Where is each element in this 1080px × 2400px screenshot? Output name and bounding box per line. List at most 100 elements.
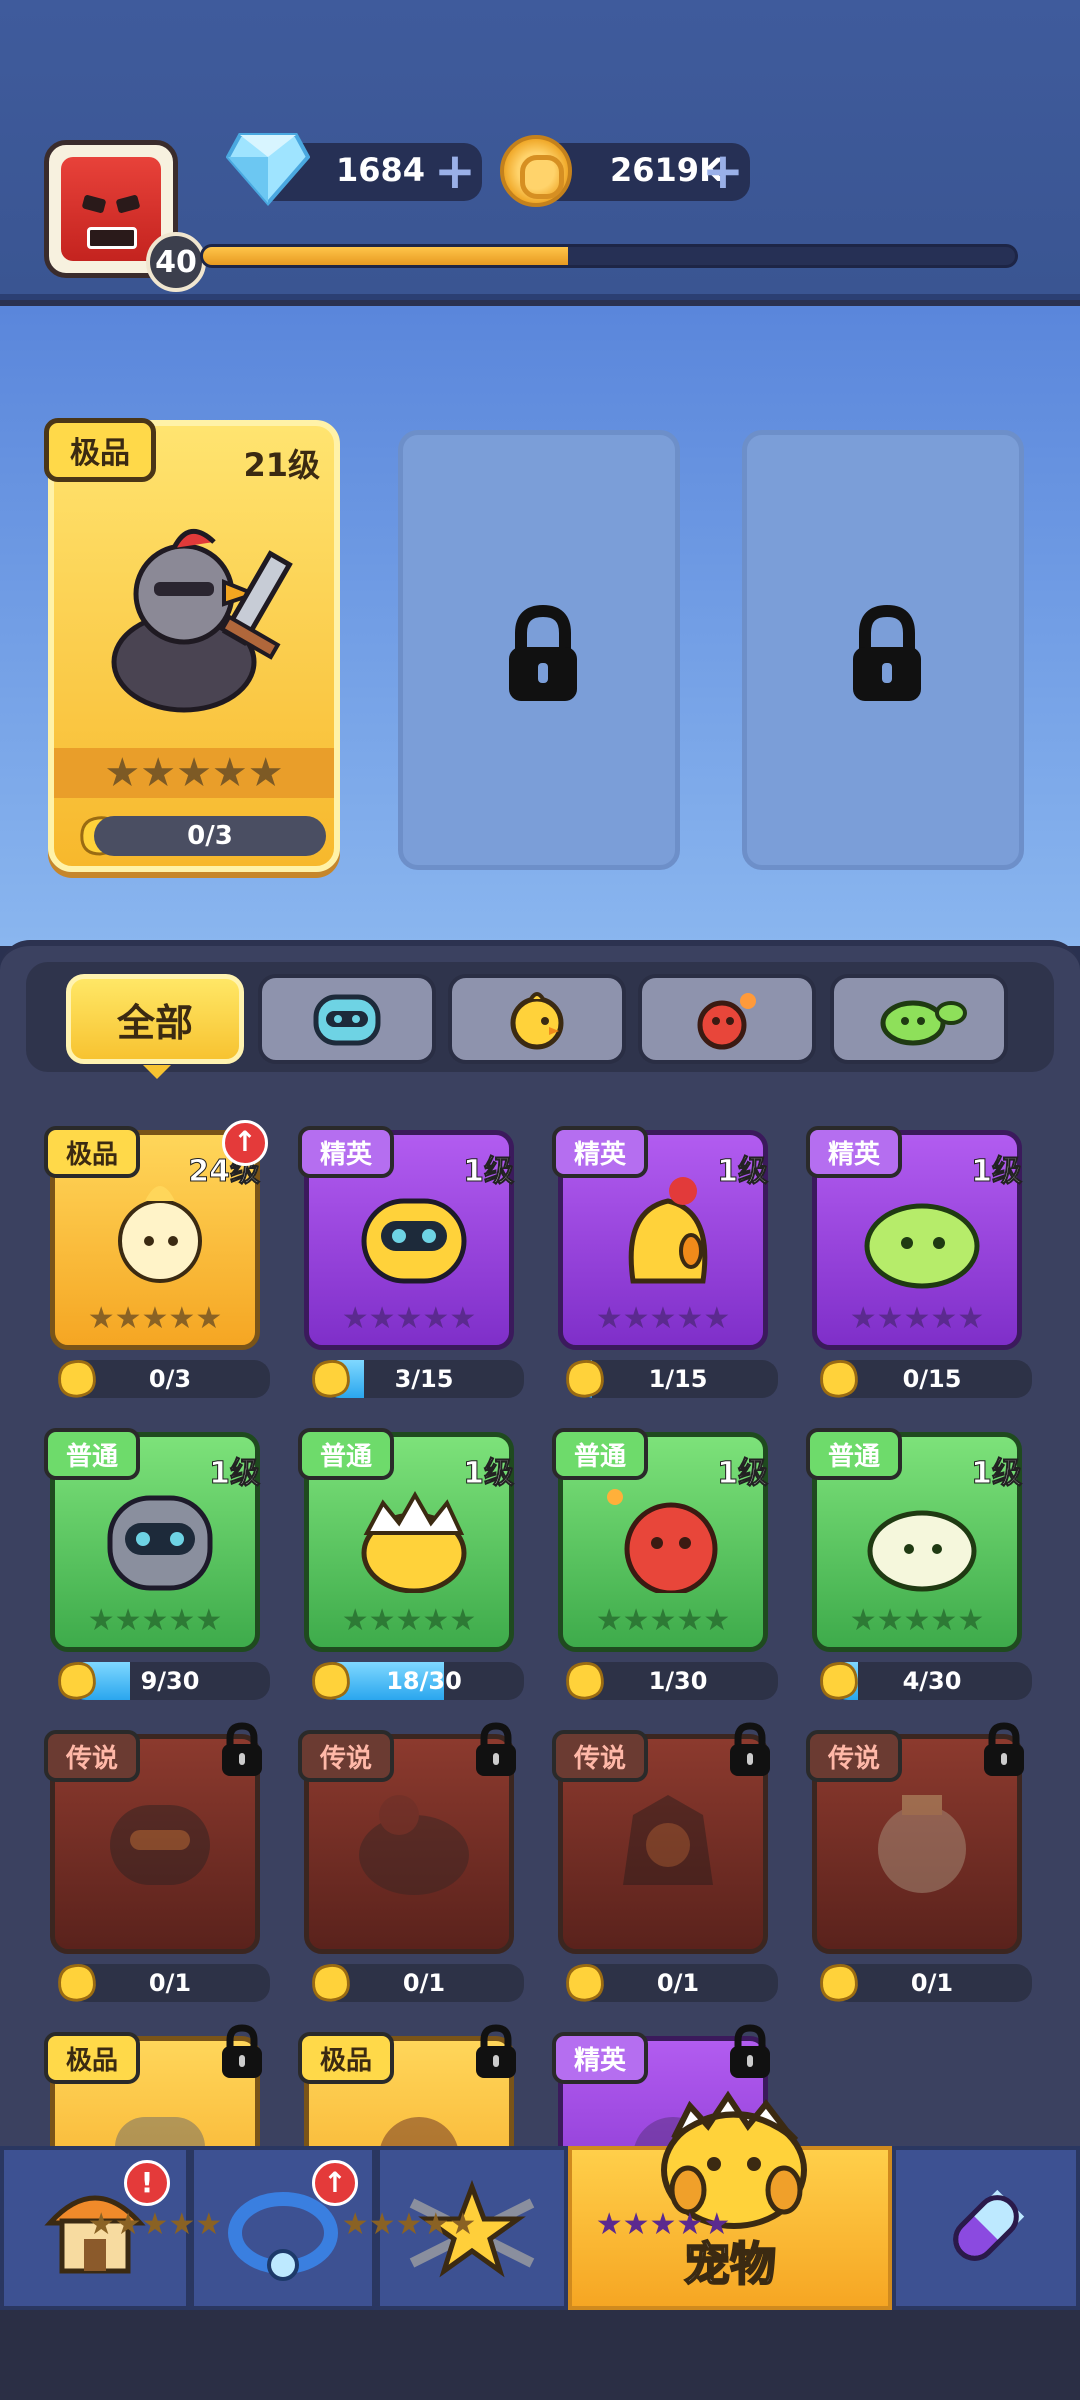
- flame-pet-icon: [697, 993, 756, 1050]
- pet-art-icon: [878, 1795, 966, 1893]
- rarity-tag: 极品: [298, 2032, 394, 2084]
- rarity-tag: 普通: [298, 1428, 394, 1480]
- pet-art-icon: [359, 1795, 469, 1895]
- robot-pet-icon: [313, 994, 381, 1046]
- pet-stars: ★★★★★: [849, 1602, 985, 1638]
- pet-card[interactable]: 普通 1级 ★★★★★ 4/30: [802, 1412, 1032, 1702]
- pet-art-icon: [623, 1795, 713, 1885]
- xp-bar: [200, 244, 1018, 268]
- upgrade-arrow-icon: ↑: [222, 1120, 268, 1166]
- pet-stars: ★★★★★: [595, 1602, 731, 1638]
- pet-stars: ★★★★★: [595, 2206, 731, 2242]
- pet-card[interactable]: 极品 24级 ★★★★★ 0/3 ↑: [40, 1110, 270, 1400]
- filter-tabs: 全部: [26, 962, 1054, 1079]
- lock-icon: [476, 1722, 516, 1776]
- pet-level: 1级: [717, 1456, 769, 1492]
- tab-flame[interactable]: [638, 974, 816, 1064]
- rarity-tag: 传说: [806, 1730, 902, 1782]
- chick-pet-icon: [510, 992, 564, 1050]
- chick-token-icon: [820, 1662, 858, 1700]
- pet-card[interactable]: 传说 0/1: [40, 1714, 270, 2004]
- pet-card[interactable]: 普通 1级 ★★★★★ 1/30: [548, 1412, 778, 1702]
- fragment-progress: 1/15: [578, 1360, 778, 1398]
- chick-token-icon: [820, 1964, 858, 2002]
- pet-stars: ★★★★★: [341, 2206, 477, 2242]
- lock-icon: [509, 605, 577, 701]
- pet-stars: ★★★★★: [87, 1300, 223, 1336]
- gem-counter: 1684 +: [226, 133, 482, 207]
- pet-card[interactable]: 精英 1级 ★★★★★ 0/15: [802, 1110, 1032, 1400]
- locked-slot-3[interactable]: [742, 430, 1024, 870]
- coin-counter: 2619K +: [500, 135, 750, 207]
- player-level-badge: 40: [146, 232, 206, 292]
- pet-stars: ★★★★★: [87, 1602, 223, 1638]
- fragment-progress: 9/30: [70, 1662, 270, 1700]
- shop-alert-badge: !: [124, 2160, 170, 2206]
- pet-level: 1级: [717, 1154, 769, 1190]
- rarity-tag: 精英: [552, 2032, 648, 2084]
- pet-stars: ★★★★★: [341, 1602, 477, 1638]
- rarity-tag: 普通: [44, 1428, 140, 1480]
- rarity-tag: 极品: [44, 2032, 140, 2084]
- tab-chick[interactable]: [448, 974, 626, 1064]
- pet-card[interactable]: 普通 1级 ★★★★★ 9/30: [40, 1412, 270, 1702]
- pet-stars: ★★★★★: [595, 1300, 731, 1336]
- lock-icon: [730, 2024, 770, 2078]
- rarity-tag: 普通: [552, 1428, 648, 1480]
- chick-token-icon: [312, 1662, 350, 1700]
- rarity-tag: 传说: [44, 1730, 140, 1782]
- lock-icon: [222, 1722, 262, 1776]
- pet-level: 1级: [463, 1456, 515, 1492]
- lock-icon: [222, 2024, 262, 2078]
- add-gems-button[interactable]: +: [434, 146, 476, 196]
- rarity-tag: 传说: [552, 1730, 648, 1782]
- nav-skills[interactable]: [892, 2146, 1080, 2310]
- chick-token-icon: [820, 1360, 858, 1398]
- pet-card[interactable]: 传说 0/1: [802, 1714, 1032, 2004]
- pet-stars: ★★★★★: [341, 1300, 477, 1336]
- gear-upgrade-badge: ↑: [312, 2160, 358, 2206]
- pet-card[interactable]: 传说 0/1: [548, 1714, 778, 2004]
- pet-fragment-progress: 0/3: [94, 816, 326, 856]
- fragment-progress: 0/15: [832, 1360, 1032, 1398]
- chick-token-icon: [566, 1662, 604, 1700]
- pet-card[interactable]: 普通 1级 ★★★★★ 18/30: [294, 1412, 524, 1702]
- chick-token-icon: [312, 1360, 350, 1398]
- pet-grid: 极品 24级 ★★★★★ 0/3 ↑ 精英 1级 ★★★★★ 3/15 精英 1级 ★★★★★ 1/15…: [0, 1110, 1080, 2256]
- pet-card[interactable]: 精英 1级 ★★★★★ 1/15: [548, 1110, 778, 1400]
- pet-card[interactable]: 精英 1级 ★★★★★ 3/15: [294, 1110, 524, 1400]
- bottom-nav: ! ↑ 宠物: [0, 2090, 1080, 2400]
- pet-art-icon: [110, 1805, 210, 1885]
- avatar-face: [61, 157, 161, 261]
- rarity-tag: 极品: [44, 1126, 140, 1178]
- pet-stars: ★★★★★: [87, 2206, 223, 2242]
- tab-sprout[interactable]: [830, 974, 1008, 1064]
- pet-stars: ★★★★★: [849, 1300, 985, 1336]
- lock-icon: [730, 1722, 770, 1776]
- tab-all[interactable]: 全部: [66, 974, 244, 1079]
- fragment-progress: 1/30: [578, 1662, 778, 1700]
- rarity-tag: 精英: [298, 1126, 394, 1178]
- coin-icon: [500, 135, 572, 207]
- gem-amount: 1684: [336, 151, 426, 189]
- fragment-progress: 18/30: [324, 1662, 524, 1700]
- gem-icon: [226, 133, 310, 207]
- pet-level: 1级: [971, 1154, 1023, 1190]
- pet-stars: ★★★★★: [54, 748, 334, 798]
- chick-token-icon: [566, 1360, 604, 1398]
- knight-chicken-icon: [111, 529, 293, 713]
- add-coins-button[interactable]: +: [702, 146, 744, 196]
- pet-level: 1级: [463, 1154, 515, 1190]
- equipped-pet-card[interactable]: 极品 21级 ★★★★★ 0/3: [44, 418, 340, 872]
- locked-slot-2[interactable]: [398, 430, 680, 870]
- lock-icon: [853, 605, 921, 701]
- rarity-tag: 精英: [806, 1126, 902, 1178]
- pet-level: 1级: [971, 1456, 1023, 1492]
- pet-card[interactable]: 传说 0/1: [294, 1714, 524, 2004]
- chick-token-icon: [312, 1964, 350, 2002]
- fragment-progress: 0/3: [70, 1360, 270, 1398]
- tab-robot[interactable]: [258, 974, 436, 1064]
- chick-token-icon: [58, 1964, 96, 2002]
- pet-level: 21级: [243, 446, 320, 484]
- top-bar: 40 1684 + 2619K +: [0, 0, 1080, 300]
